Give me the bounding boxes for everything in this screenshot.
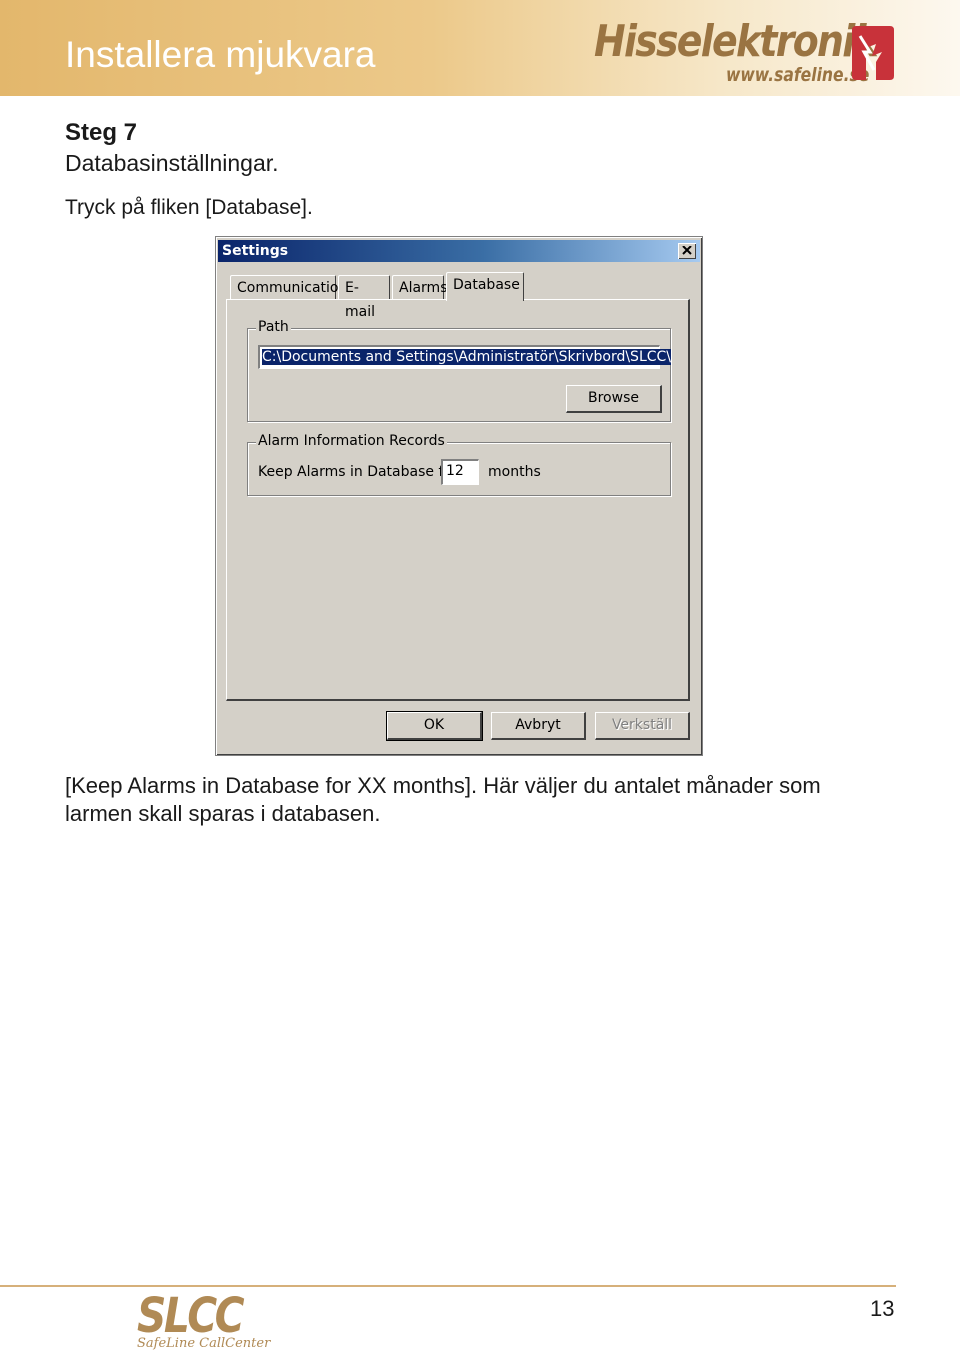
path-group-label: Path (256, 319, 291, 335)
tab-label: Communication (237, 280, 348, 296)
path-input[interactable]: C:\Documents and Settings\Administratör\… (258, 345, 672, 369)
logo-url: www.safeline.se (726, 64, 870, 86)
slcc-logo: SLCC SafeLine CallCenter (137, 1288, 270, 1352)
logo-wordmark: Hisselektronik (594, 16, 879, 67)
slcc-subtitle: SafeLine CallCenter (137, 1336, 271, 1351)
tab-database[interactable]: Database (446, 272, 524, 301)
caption-text: [Keep Alarms in Database for XX months].… (65, 773, 821, 826)
close-button[interactable] (678, 243, 696, 259)
keep-alarms-label: Keep Alarms in Database for (258, 464, 458, 480)
cancel-button[interactable]: Avbryt (491, 712, 586, 740)
tab-communication[interactable]: Communication (230, 275, 347, 299)
step-heading: Steg 7 (65, 119, 138, 146)
page-header: Installera mjukvara Hisselektronik www.s… (0, 0, 960, 96)
hisselektronik-logo: Hisselektronik www.safeline.se (594, 16, 904, 88)
footer-divider (0, 1285, 896, 1287)
browse-label: Browse (588, 390, 639, 406)
page-title: Installera mjukvara (65, 34, 376, 75)
settings-dialog: Settings Communication E-mail Alarms Dat… (215, 236, 703, 756)
months-unit-label: months (488, 464, 541, 480)
elevator-signal-icon (852, 26, 894, 80)
database-tab-panel: Path C:\Documents and Settings\Administr… (226, 299, 690, 701)
months-input[interactable]: 12 (441, 459, 479, 485)
tab-label: Database (453, 277, 520, 293)
tab-label: Alarms (399, 280, 448, 296)
apply-label: Verkställ (611, 717, 673, 733)
ok-label: OK (423, 717, 445, 733)
tab-alarms[interactable]: Alarms (392, 275, 448, 299)
page-number: 13 (870, 1296, 895, 1321)
path-group: Path C:\Documents and Settings\Administr… (247, 319, 672, 422)
dialog-titlebar: Settings (218, 240, 700, 262)
instruction-text: Tryck på fliken [Database]. (65, 196, 313, 219)
step-subtitle: Databasinställningar. (65, 150, 279, 176)
path-value: C:\Documents and Settings\Administratör\… (262, 349, 672, 365)
apply-button[interactable]: Verkställ (595, 712, 690, 740)
cancel-label: Avbryt (515, 717, 561, 733)
alarm-info-group: Alarm Information Records Keep Alarms in… (247, 433, 671, 496)
ok-button[interactable]: OK (386, 711, 483, 741)
months-value: 12 (446, 463, 464, 479)
close-icon (682, 246, 692, 255)
tab-email[interactable]: E-mail (338, 275, 390, 320)
alarm-info-group-label: Alarm Information Records (256, 433, 447, 449)
browse-button[interactable]: Browse (566, 385, 662, 413)
dialog-title: Settings (222, 243, 289, 259)
